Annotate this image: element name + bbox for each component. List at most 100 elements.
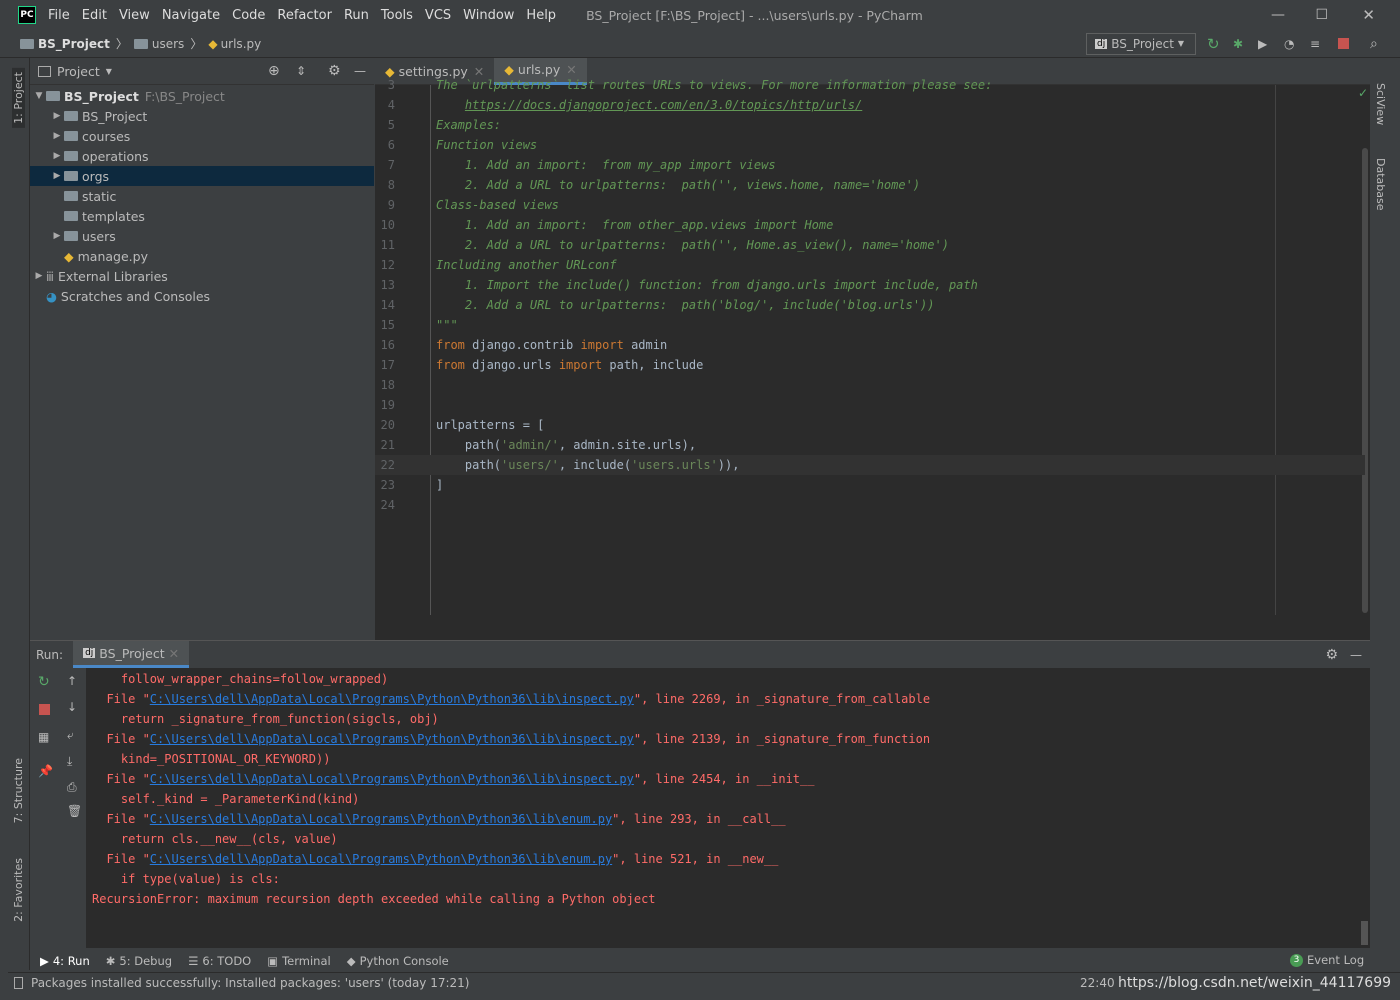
code-line[interactable]: 24	[375, 495, 1365, 515]
stop-icon[interactable]	[39, 704, 50, 715]
menu-run[interactable]: Run	[344, 8, 369, 23]
console-scrollbar[interactable]	[1361, 921, 1368, 945]
chevron-down-icon[interactable]: ▼	[106, 67, 112, 76]
menu-tools[interactable]: Tools	[381, 8, 413, 23]
tree-item[interactable]: ▶ BS_Project	[30, 106, 374, 126]
gear-icon[interactable]: ⚙	[1325, 647, 1338, 663]
tool-database[interactable]: Database	[1374, 158, 1387, 211]
tool-sciview[interactable]: SciView	[1374, 83, 1387, 125]
minimize-button[interactable]: —	[1271, 7, 1285, 23]
up-icon[interactable]: ↑	[67, 674, 77, 688]
collapse-all-icon[interactable]: ⇕	[296, 64, 306, 78]
file-link[interactable]: C:\Users\dell\AppData\Local\Programs\Pyt…	[150, 812, 612, 826]
menu-edit[interactable]: Edit	[82, 8, 107, 23]
code-line[interactable]: 8 2. Add a URL to urlpatterns: path('', …	[375, 175, 1365, 195]
expand-arrow-icon[interactable]: ▶	[50, 131, 64, 141]
breadcrumb-folder[interactable]: users	[152, 37, 184, 51]
scroll-to-end-icon[interactable]: ⤓	[67, 754, 72, 769]
menu-refactor[interactable]: Refactor	[277, 8, 332, 23]
code-line[interactable]: 6 Function views	[375, 135, 1365, 155]
code-line[interactable]: 21 path('admin/', admin.site.urls),	[375, 435, 1365, 455]
code-line[interactable]: 5 Examples:	[375, 115, 1365, 135]
pin-icon[interactable]: 📌	[38, 764, 53, 778]
expand-arrow-icon[interactable]: ▶	[50, 111, 64, 121]
editor[interactable]: ◆ settings.py ✕ ◆ urls.py ✕ ✓ 3 The `urlpatter…	[375, 57, 1370, 640]
search-icon[interactable]: ⌕	[1370, 36, 1378, 52]
menu-view[interactable]: View	[119, 8, 150, 23]
trash-icon[interactable]: 🗑	[67, 804, 82, 818]
tree-external-libraries[interactable]: ▶ ⅲ External Libraries	[30, 266, 374, 286]
file-link[interactable]: C:\Users\dell\AppData\Local\Programs\Pyt…	[150, 852, 612, 866]
code-line[interactable]: 17 from django.urls import path, include	[375, 355, 1365, 375]
file-link[interactable]: C:\Users\dell\AppData\Local\Programs\Pyt…	[150, 692, 634, 706]
code-line[interactable]: 12 Including another URLconf	[375, 255, 1365, 275]
expand-arrow-icon[interactable]: ▶	[50, 171, 64, 181]
tool-tab-todo[interactable]: ☰ 6: TODO	[188, 954, 251, 968]
expand-arrow-icon[interactable]: ▶	[50, 151, 64, 161]
code-line[interactable]: 16 from django.contrib import admin	[375, 335, 1365, 355]
menu-code[interactable]: Code	[232, 8, 265, 23]
status-message[interactable]: Packages installed successfully: Install…	[31, 976, 470, 990]
breadcrumb-file[interactable]: urls.py	[221, 37, 262, 51]
menu-window[interactable]: Window	[463, 8, 514, 23]
close-button[interactable]: ✕	[1362, 6, 1375, 24]
file-link[interactable]: C:\Users\dell\AppData\Local\Programs\Pyt…	[150, 772, 634, 786]
tree-root[interactable]: ▼ BS_Project F:\BS_Project	[30, 86, 374, 106]
menu-vcs[interactable]: VCS	[425, 8, 451, 23]
code-line[interactable]: 22 path('users/', include('users.urls'))…	[375, 455, 1365, 475]
hide-icon[interactable]: —	[1350, 648, 1362, 662]
code-line[interactable]: 14 2. Add a URL to urlpatterns: path('bl…	[375, 295, 1365, 315]
code-line[interactable]: 18	[375, 375, 1365, 395]
file-link[interactable]: C:\Users\dell\AppData\Local\Programs\Pyt…	[150, 732, 634, 746]
rerun-icon[interactable]: ↻	[38, 674, 50, 690]
tool-tab-debug[interactable]: ✱ 5: Debug	[106, 954, 172, 968]
code-line[interactable]: 10 1. Add an import: from other_app.view…	[375, 215, 1365, 235]
event-log-button[interactable]: 3 Event Log	[1290, 953, 1364, 967]
tree-scratches[interactable]: ◕ Scratches and Consoles	[30, 286, 374, 306]
project-view-selector[interactable]: Project	[57, 64, 100, 79]
code-line[interactable]: 11 2. Add a URL to urlpatterns: path('',…	[375, 235, 1365, 255]
caret-position[interactable]: 22:40	[1080, 976, 1115, 990]
console-output[interactable]: follow_wrapper_chains=follow_wrapped) Fi…	[92, 669, 930, 909]
close-tab-icon[interactable]: ✕	[169, 646, 179, 661]
stop-icon[interactable]	[1338, 38, 1349, 49]
code-line[interactable]: 19	[375, 395, 1365, 415]
code-line[interactable]: 13 1. Import the include() function: fro…	[375, 275, 1365, 295]
breadcrumb-project[interactable]: BS_Project	[38, 37, 110, 51]
tool-tab-run[interactable]: ▶ 4: Run	[40, 954, 90, 968]
tree-item[interactable]: ▶ courses	[30, 126, 374, 146]
profile-icon[interactable]: ◔	[1284, 37, 1294, 51]
tree-item[interactable]: ▶ operations	[30, 146, 374, 166]
run-tab[interactable]: dj BS_Project ✕	[73, 641, 190, 668]
code-line[interactable]: 3 The `urlpatterns` list routes URLs to v…	[375, 75, 1365, 95]
tool-tab-terminal[interactable]: ▣ Terminal	[267, 954, 330, 968]
tool-favorites[interactable]: 2: Favorites	[12, 858, 25, 922]
tool-tab-python-console[interactable]: ◆ Python Console	[347, 954, 449, 968]
code-line[interactable]: 7 1. Add an import: from my_app import v…	[375, 155, 1365, 175]
tree-item[interactable]: ▶ users	[30, 226, 374, 246]
tree-item[interactable]: static	[30, 186, 374, 206]
tool-structure[interactable]: 7: Structure	[12, 758, 25, 823]
tree-item[interactable]: ▶ orgs	[30, 166, 374, 186]
code-line[interactable]: 9 Class-based views	[375, 195, 1365, 215]
hide-icon[interactable]: —	[354, 64, 366, 78]
layout-icon[interactable]: ▦	[38, 730, 49, 744]
maximize-button[interactable]: ☐	[1315, 7, 1328, 23]
debug-icon[interactable]: ✱	[1233, 37, 1243, 51]
rerun-icon[interactable]: ↻	[1207, 35, 1220, 53]
down-icon[interactable]: ↓	[67, 700, 77, 714]
concurrency-icon[interactable]: ≡	[1310, 37, 1320, 51]
soft-wrap-icon[interactable]: ⤶	[67, 728, 74, 743]
code-line[interactable]: 4 https://docs.djangoproject.com/en/3.0/…	[375, 95, 1365, 115]
menu-help[interactable]: Help	[526, 8, 556, 23]
code-line[interactable]: 15 """	[375, 315, 1365, 335]
tool-project[interactable]: 1: Project	[12, 68, 25, 128]
expand-arrow-icon[interactable]: ▶	[50, 231, 64, 241]
locate-icon[interactable]: ⊕	[268, 63, 280, 79]
tree-item[interactable]: templates	[30, 206, 374, 226]
menu-file[interactable]: File	[48, 8, 70, 23]
menu-navigate[interactable]: Navigate	[162, 8, 220, 23]
code-line[interactable]: 20 urlpatterns = [	[375, 415, 1365, 435]
gear-icon[interactable]: ⚙	[328, 63, 341, 79]
print-icon[interactable]: ⎙	[67, 780, 77, 795]
